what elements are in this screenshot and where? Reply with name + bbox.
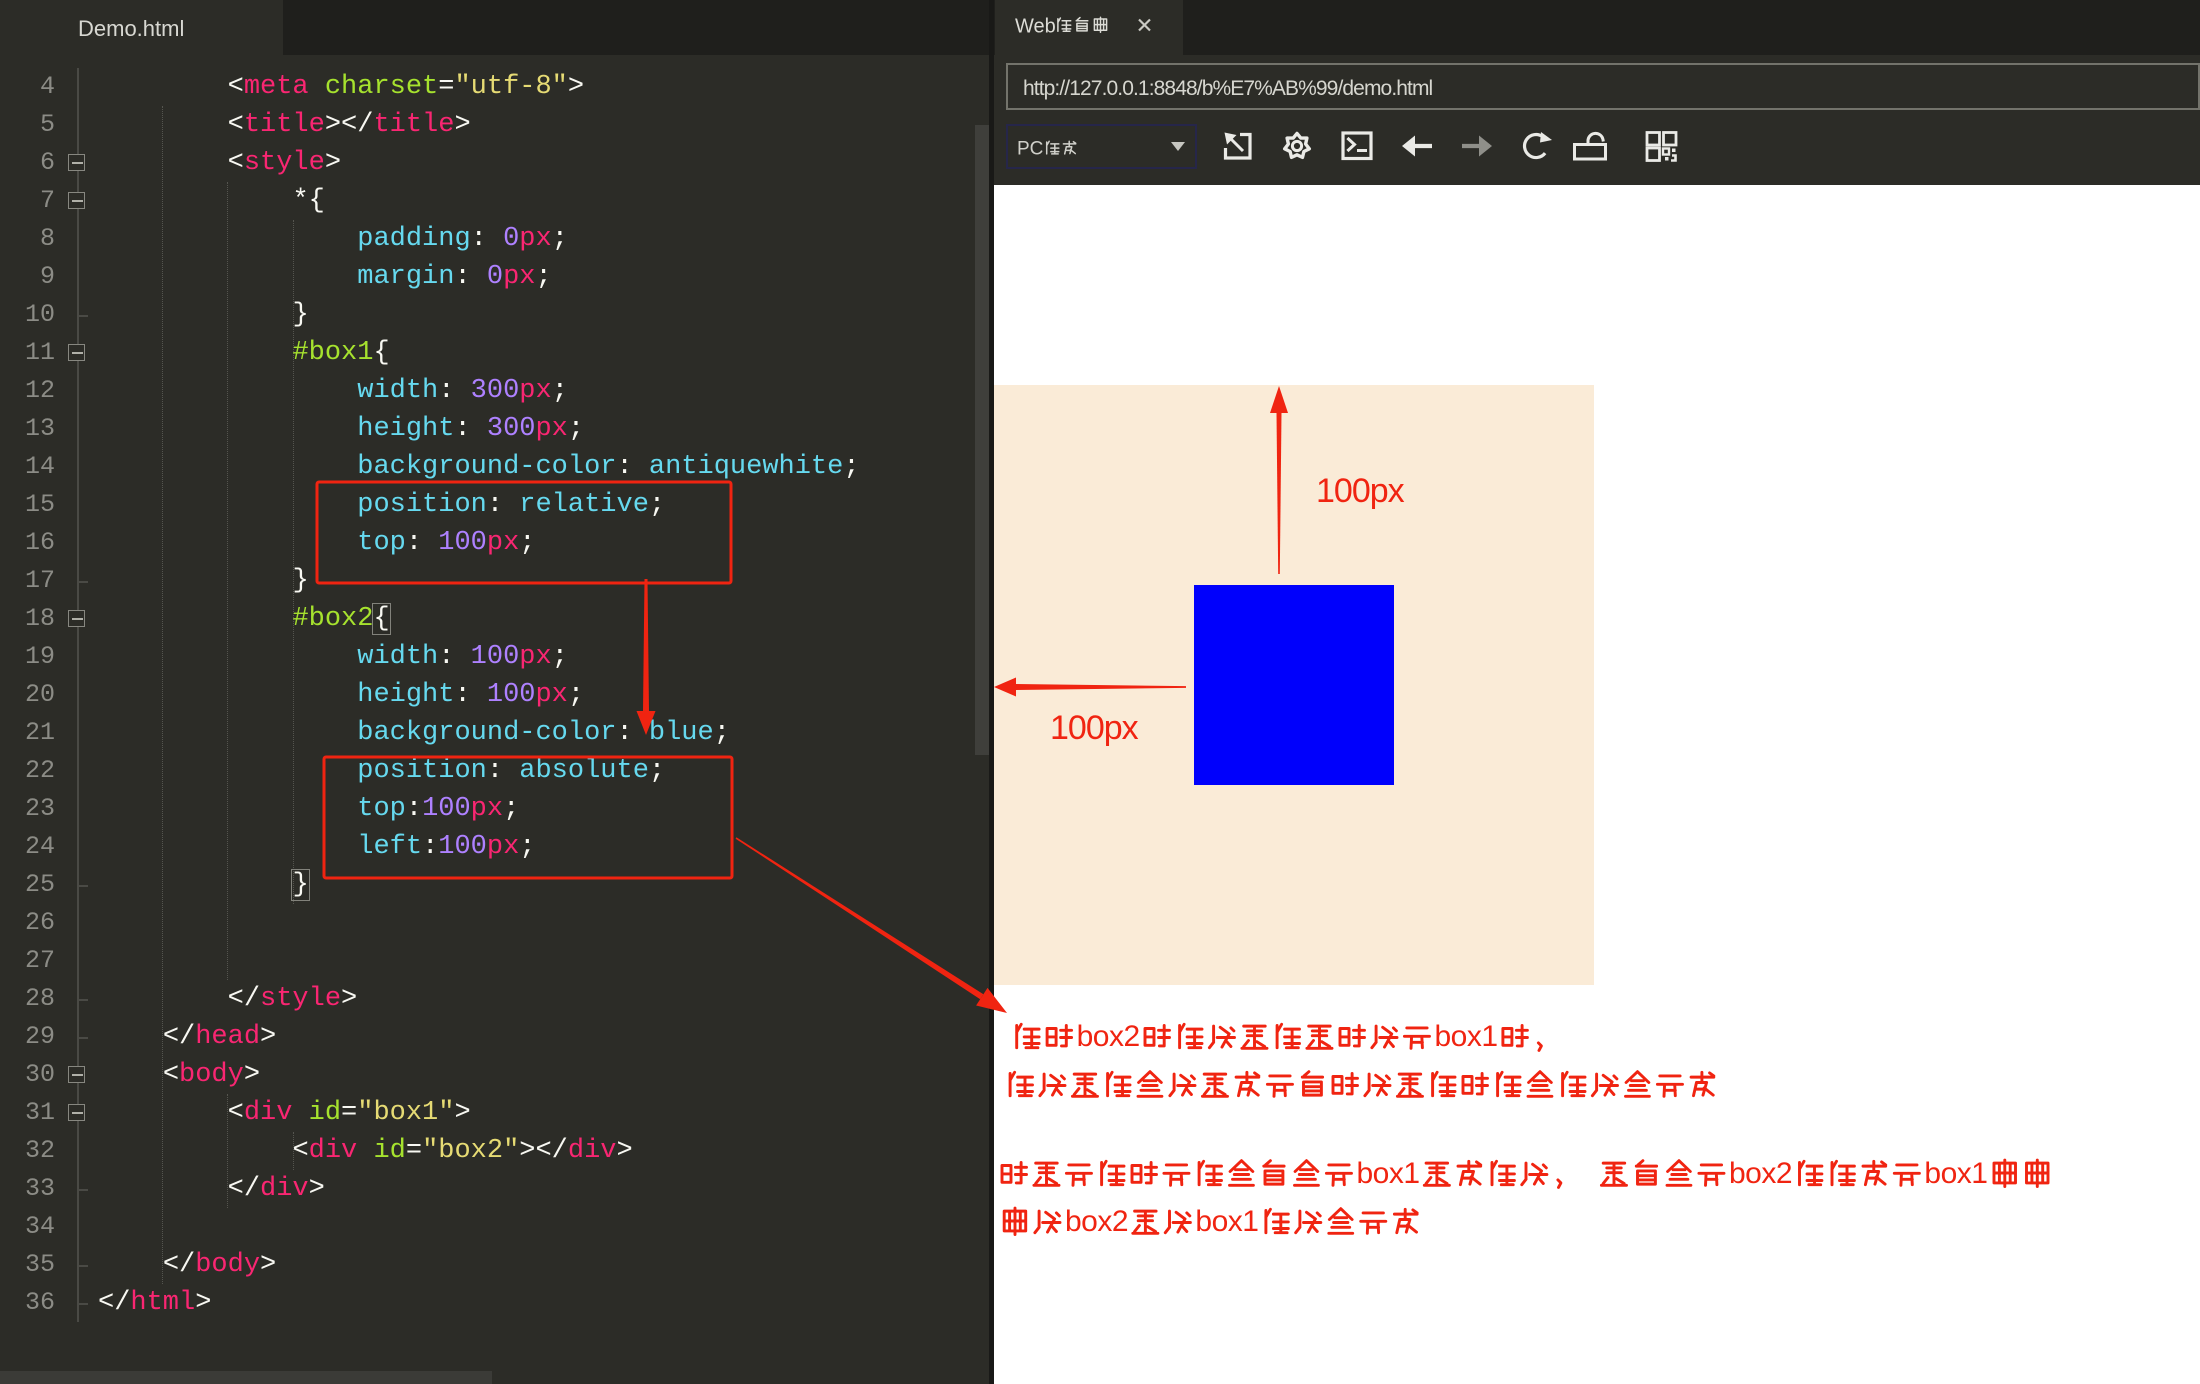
- svg-text:100px: 100px: [1316, 472, 1405, 510]
- svg-text:box1: box1: [1924, 1157, 1987, 1190]
- svg-text:box2: box2: [1729, 1157, 1792, 1190]
- svg-text:box1: box1: [1195, 1205, 1258, 1238]
- svg-text:100px: 100px: [1050, 709, 1139, 747]
- svg-text:PC: PC: [1017, 139, 1043, 160]
- svg-text:box2: box2: [1065, 1205, 1128, 1238]
- svg-text:box1: box1: [1357, 1157, 1420, 1190]
- svg-text:box1: box1: [1435, 1020, 1498, 1053]
- svg-text:Web: Web: [1015, 16, 1056, 38]
- svg-text:http://127.0.0.1:8848/b%E7%AB%: http://127.0.0.1:8848/b%E7%AB%99/demo.ht…: [1023, 77, 1433, 100]
- svg-text:box2: box2: [1077, 1020, 1140, 1053]
